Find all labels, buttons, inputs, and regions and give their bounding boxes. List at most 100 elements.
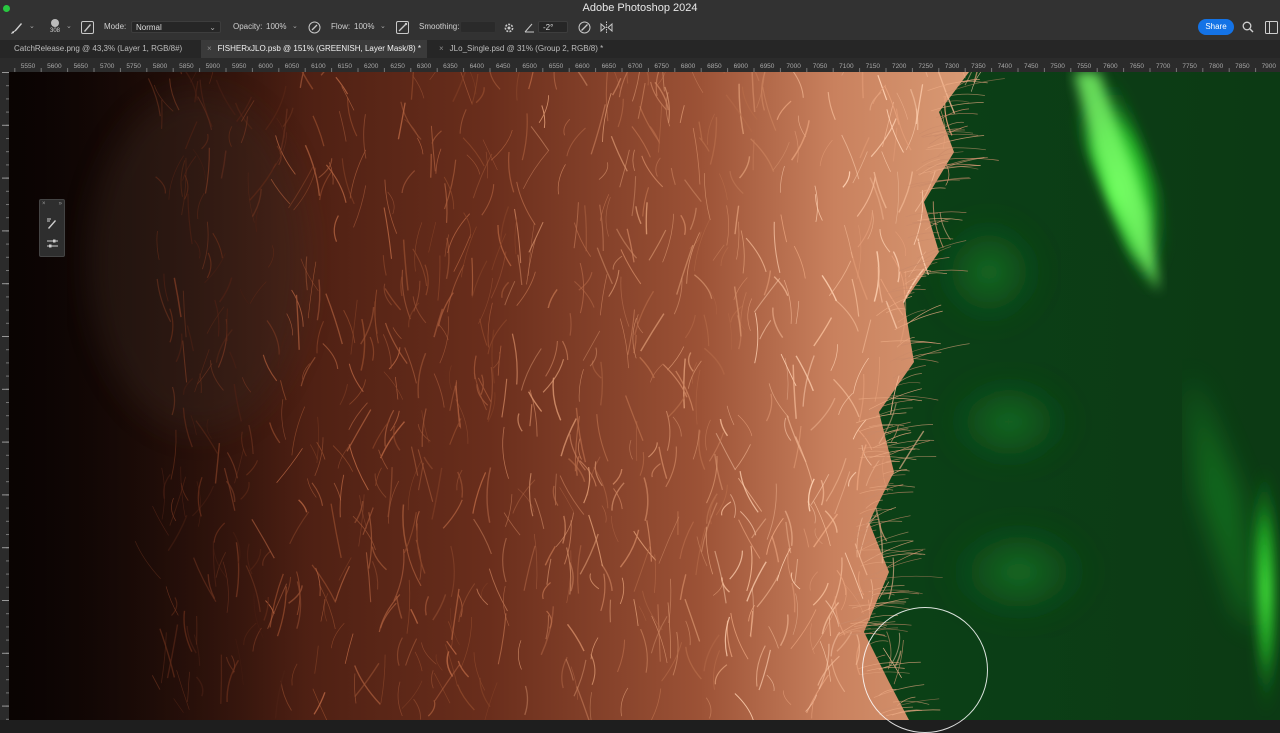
ruler-tick-label: 7650 (1130, 63, 1145, 70)
workspace-icon[interactable] (1265, 21, 1278, 34)
brush-settings-panel-icon[interactable] (81, 21, 94, 34)
brush-preset-chevron-icon[interactable]: ⌄ (66, 16, 72, 38)
ruler-tick-label: 6600 (575, 63, 590, 70)
opacity-label: Opacity: (233, 22, 263, 31)
ruler-tick-label: 6300 (417, 63, 432, 70)
ruler-tick-label: 6850 (707, 63, 722, 70)
mode-value: Normal (136, 23, 162, 32)
ruler-tick-label: 7800 (1209, 63, 1224, 70)
tab-label: FISHERxJLO.psb @ 151% (GREENISH, Layer M… (217, 44, 421, 53)
ruler-tick-label: 6100 (311, 63, 326, 70)
ruler-tick-label: 6150 (338, 63, 353, 70)
ruler-tick-label: 6800 (681, 63, 696, 70)
tab-jlo-single[interactable]: × JLo_Single.psd @ 31% (Group 2, RGB/8) * (433, 40, 609, 58)
floating-brush-panel: × » (39, 199, 65, 257)
ruler-tick-label: 7200 (892, 63, 907, 70)
ruler-tick-label: 5800 (153, 63, 168, 70)
ruler-tick-label: 7300 (945, 63, 960, 70)
brush-size-label: 308 (49, 28, 60, 34)
ruler-tick-label: 7850 (1235, 63, 1250, 70)
brush-angle-value: -2° (543, 23, 554, 32)
pressure-size-icon[interactable] (578, 21, 591, 34)
ruler-tick-label: 6450 (496, 63, 511, 70)
brush-preset-picker[interactable]: 308 (48, 18, 62, 38)
mode-label: Mode: (104, 22, 127, 31)
ruler-tick-label: 6550 (549, 63, 564, 70)
horizontal-ruler[interactable]: 5550 5600 5650 5700 5750 5800 5850 5900 5950 6000… (0, 58, 1280, 73)
ruler-tick-label: 5900 (206, 63, 221, 70)
tool-preset-chevron-icon[interactable]: ⌄ (29, 16, 35, 38)
ruler-tick-label: 7050 (813, 63, 828, 70)
gear-icon[interactable] (503, 22, 515, 34)
ruler-tick-label: 5550 (21, 63, 36, 70)
ruler-tick-label: 6950 (760, 63, 775, 70)
ruler-tick-label: 7250 (918, 63, 933, 70)
ruler-tick-label: 7450 (1024, 63, 1039, 70)
smoothing-field[interactable] (460, 21, 496, 33)
tab-close-icon[interactable]: × (439, 44, 444, 53)
tab-label: JLo_Single.psd @ 31% (Group 2, RGB/8) * (449, 44, 604, 53)
panel-collapse-icon[interactable]: » (59, 201, 62, 207)
ruler-tick-label: 5750 (126, 63, 141, 70)
ruler-tick-label: 7400 (998, 63, 1013, 70)
brush-angle-field[interactable]: -2° (538, 21, 568, 33)
window-close-button[interactable] (3, 5, 10, 12)
horizontal-ruler-ticks: 5550 5600 5650 5700 5750 5800 5850 5900 5950 6000… (14, 63, 1277, 72)
ruler-tick-label: 6700 (628, 63, 643, 70)
opacity-chevron-icon[interactable]: ⌄ (292, 16, 298, 38)
brush-settings-icon[interactable] (46, 217, 59, 230)
ruler-tick-label: 6200 (364, 63, 379, 70)
angle-icon (524, 23, 534, 33)
tab-catchrelease[interactable]: CatchRelease.png @ 43,3% (Layer 1, RGB/8… (8, 40, 188, 58)
ruler-tick-label: 7000 (786, 63, 801, 70)
airbrush-icon[interactable] (396, 21, 409, 34)
ruler-tick-label: 6400 (470, 63, 485, 70)
vertical-ruler[interactable] (0, 72, 9, 720)
ruler-tick-label: 7500 (1050, 63, 1065, 70)
flow-chevron-icon[interactable]: ⌄ (380, 16, 386, 38)
ruler-tick-label: 6050 (285, 63, 300, 70)
share-button[interactable]: Share (1198, 19, 1234, 35)
brush-tip-icon (51, 19, 59, 27)
ruler-tick-label: 7750 (1182, 63, 1197, 70)
smoothing-label: Smoothing: (419, 22, 460, 31)
ruler-tick-label: 6750 (654, 63, 669, 70)
tab-label: CatchRelease.png @ 43,3% (Layer 1, RGB/8… (14, 44, 183, 53)
title-bar: Adobe Photoshop 2024 (0, 0, 1280, 16)
symmetry-icon[interactable] (600, 21, 613, 34)
panel-close-icon[interactable]: × (42, 201, 46, 207)
canvas-image (9, 72, 1280, 720)
vertical-ruler-ticks (0, 72, 9, 720)
ruler-tick-label: 5700 (100, 63, 115, 70)
ruler-tick-label: 5650 (74, 63, 89, 70)
ruler-tick-label: 6500 (522, 63, 537, 70)
pressure-opacity-icon[interactable] (308, 21, 321, 34)
ruler-tick-label: 6900 (734, 63, 749, 70)
window-title: Adobe Photoshop 2024 (582, 2, 698, 14)
ruler-tick-label: 5600 (47, 63, 62, 70)
mode-select[interactable]: Normal ⌄ (131, 21, 221, 33)
tab-fisherxjlo[interactable]: × FISHERxJLO.psb @ 151% (GREENISH, Layer … (201, 40, 427, 58)
options-bar: ⌄ 308 ⌄ Mode: Normal ⌄ Opacity: 100% ⌄ F… (0, 16, 1280, 40)
search-icon[interactable] (1242, 21, 1254, 33)
flow-value[interactable]: 100% (354, 16, 374, 40)
ruler-tick-label: 7350 (971, 63, 986, 70)
ruler-tick-label: 7600 (1103, 63, 1118, 70)
tab-close-icon[interactable]: × (207, 44, 212, 53)
share-button-label: Share (1205, 22, 1227, 31)
document-tab-bar: CatchRelease.png @ 43,3% (Layer 1, RGB/8… (0, 40, 1280, 58)
ruler-tick-label: 6650 (602, 63, 617, 70)
mode-chevron-icon: ⌄ (209, 23, 216, 32)
ruler-tick-label: 6250 (390, 63, 405, 70)
opacity-value[interactable]: 100% (266, 16, 286, 40)
ruler-tick-label: 6350 (443, 63, 458, 70)
brush-icon[interactable] (10, 21, 24, 35)
ruler-tick-label: 7150 (866, 63, 881, 70)
ruler-tick-label: 7700 (1156, 63, 1171, 70)
adjustments-icon[interactable] (46, 237, 59, 250)
ruler-tick-label: 6000 (258, 63, 273, 70)
ruler-tick-label: 7900 (1262, 63, 1277, 70)
document-canvas[interactable]: × » (9, 72, 1280, 720)
ruler-tick-label: 7100 (839, 63, 854, 70)
flow-label: Flow: (331, 22, 351, 31)
